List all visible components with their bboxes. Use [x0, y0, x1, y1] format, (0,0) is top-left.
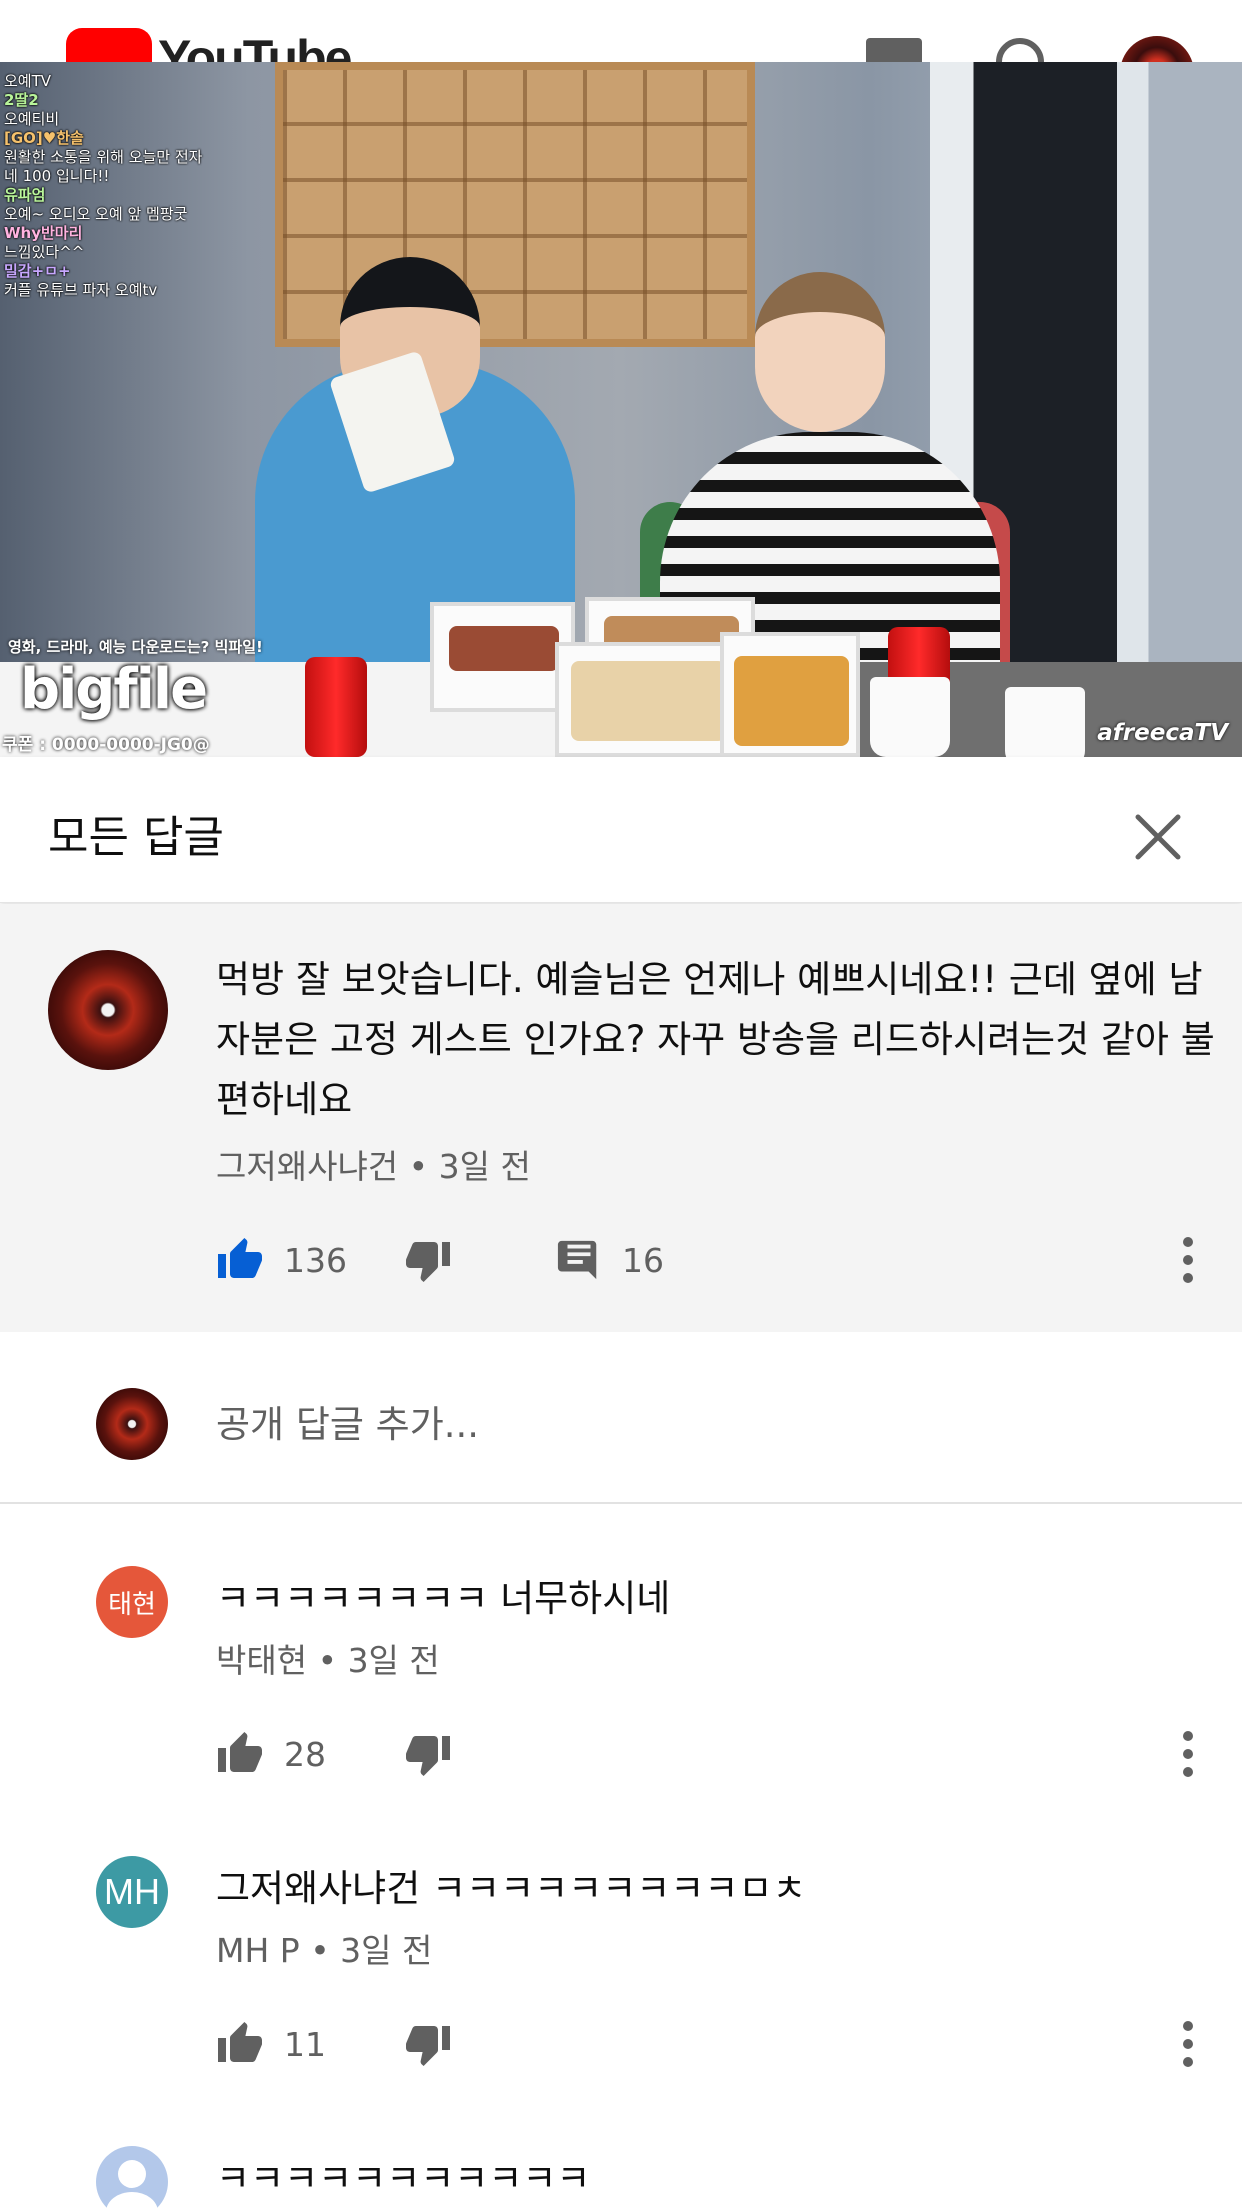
reply-avatar-text: 태현: [108, 1588, 156, 1619]
add-reply-row[interactable]: 공개 답글 추가...: [0, 1332, 1242, 1504]
meta-separator: •: [408, 1147, 439, 1186]
like-button[interactable]: 136: [216, 1230, 347, 1290]
video-food-box: [555, 642, 740, 757]
video-food-box: [720, 632, 860, 757]
chat-line: 밀감+ㅁ+: [4, 262, 71, 280]
youtube-replies-screen: YouTube 오예TV 2딸2 오예티비 [GO]♥한솔 원활한 소통을 위해…: [0, 0, 1242, 2208]
reply-avatar-text: MH: [104, 1871, 160, 1912]
reply-item: ㅋㅋㅋㅋㅋㅋㅋㅋㅋㅋㅋ: [0, 2086, 1242, 2208]
chat-line: 오예TV: [4, 72, 52, 90]
reply-meta: MH P • 3일 전: [216, 1924, 432, 1972]
chat-line: [GO]♥한솔: [4, 129, 84, 147]
commenter-avatar[interactable]: [48, 950, 168, 1070]
chat-line: 유파엄: [4, 186, 46, 204]
chat-line: Why반마리: [4, 224, 83, 242]
more-options-icon[interactable]: [1170, 1724, 1206, 1784]
chat-line: 커플 유튜브 파자 오예tv: [4, 281, 158, 299]
more-options-icon[interactable]: [1170, 1230, 1206, 1290]
reply-avatar[interactable]: [96, 2146, 168, 2208]
default-user-icon: [106, 2160, 158, 2208]
video-food-box: [430, 602, 575, 712]
like-button[interactable]: 11: [216, 2014, 326, 2074]
comment-meta: 그저왜사냐건 • 3일 전: [216, 1140, 531, 1188]
comment-text: 먹방 잘 보앗습니다. 예슬님은 언제나 예쁘시네요!! 근데 옆에 남자분은 …: [216, 958, 1215, 1121]
thumbs-down-icon: [406, 1736, 450, 1776]
like-count: 136: [284, 1240, 347, 1280]
reply-actions: 28: [216, 1724, 1216, 1784]
reply-text: ㅋㅋㅋㅋㅋㅋㅋㅋㅋㅋㅋ: [216, 2157, 591, 2200]
reply-count-button[interactable]: 16: [556, 1230, 664, 1290]
my-avatar: [96, 1388, 168, 1460]
comment-time: 3일 전: [438, 1147, 531, 1186]
broadcaster-watermark: afreecaTV: [1097, 720, 1228, 746]
like-count: 28: [284, 1734, 326, 1774]
reply-avatar[interactable]: MH: [96, 1856, 168, 1928]
reply-author[interactable]: MH P: [216, 1931, 300, 1970]
chat-line: 2딸2: [4, 91, 39, 109]
comment-author[interactable]: 그저왜사냐건: [216, 1147, 398, 1186]
chat-line: 오예티비: [4, 110, 60, 128]
reply-time: 3일 전: [340, 1931, 433, 1970]
comment-icon: [557, 1240, 597, 1280]
more-options-icon[interactable]: [1170, 2014, 1206, 2074]
reply-time: 3일 전: [347, 1641, 440, 1680]
replies-panel-header: 모든 답글: [0, 757, 1242, 903]
like-button[interactable]: 28: [216, 1724, 326, 1784]
reply-actions: 11: [216, 2014, 1216, 2074]
thumbs-up-icon: [218, 1238, 262, 1278]
ad-brand: bigfile: [20, 657, 208, 722]
dislike-button[interactable]: [404, 1724, 452, 1784]
video-player[interactable]: 오예TV 2딸2 오예티비 [GO]♥한솔 원활한 소통을 위해 오늘만 전자 네 100…: [0, 62, 1242, 757]
video-paper-cup: [1005, 687, 1085, 757]
panel-title: 모든 답글: [48, 812, 224, 863]
add-reply-input[interactable]: 공개 답글 추가...: [216, 1394, 479, 1448]
ad-tagline: 영화, 드라마, 예능 다운로드는? 빅파일!: [8, 638, 263, 656]
dislike-button[interactable]: [404, 1230, 452, 1290]
live-chat-overlay: 오예TV 2딸2 오예티비 [GO]♥한솔 원활한 소통을 위해 오늘만 전자 네 100…: [4, 72, 264, 300]
reply-avatar[interactable]: 태현: [96, 1566, 168, 1638]
reply-text: ㅋㅋㅋㅋㅋㅋㅋㅋ 너무하시네: [216, 1577, 671, 1620]
reply-item: 태현 ㅋㅋㅋㅋㅋㅋㅋㅋ 너무하시네 박태현 • 3일 전 28: [0, 1506, 1242, 1796]
ad-coupon: 쿠폰 : 0000-0000-JG0@: [2, 735, 210, 755]
chat-line: 원활한 소통을 위해 오늘만 전자: [4, 148, 203, 166]
meta-separator: •: [310, 1931, 341, 1970]
reply-text: 그저왜사냐건 ㅋㅋㅋㅋㅋㅋㅋㅋㅋㅁㅊ: [216, 1867, 807, 1910]
video-person-right-head: [755, 272, 885, 432]
thumbs-down-icon: [406, 1242, 450, 1282]
reply-count: 16: [622, 1240, 664, 1280]
parent-comment: 먹방 잘 보앗습니다. 예슬님은 언제나 예쁘시네요!! 근데 옆에 남자분은 …: [0, 904, 1242, 1332]
thumbs-down-icon: [406, 2026, 450, 2066]
app-header: YouTube: [0, 0, 1242, 110]
like-count: 11: [284, 2024, 326, 2064]
reply-item: MH 그저왜사냐건 ㅋㅋㅋㅋㅋㅋㅋㅋㅋㅁㅊ MH P • 3일 전 11: [0, 1796, 1242, 2086]
reply-author[interactable]: 박태현: [216, 1641, 307, 1680]
dislike-button[interactable]: [404, 2014, 452, 2074]
chat-line: 느낌있다^^: [4, 243, 85, 261]
comment-actions: 136 16: [216, 1230, 1216, 1290]
reply-meta: 박태현 • 3일 전: [216, 1634, 440, 1682]
video-cola-can: [305, 657, 367, 757]
chat-line: 오예~ 오디오 오예 앞 멤팡굿: [4, 205, 188, 223]
thumbs-up-icon: [218, 2022, 262, 2062]
video-paper-cup: [870, 677, 950, 757]
chat-line: 네 100 입니다!!: [4, 167, 110, 185]
meta-separator: •: [317, 1641, 348, 1680]
thumbs-up-icon: [218, 1732, 262, 1772]
close-icon[interactable]: [1128, 807, 1188, 867]
